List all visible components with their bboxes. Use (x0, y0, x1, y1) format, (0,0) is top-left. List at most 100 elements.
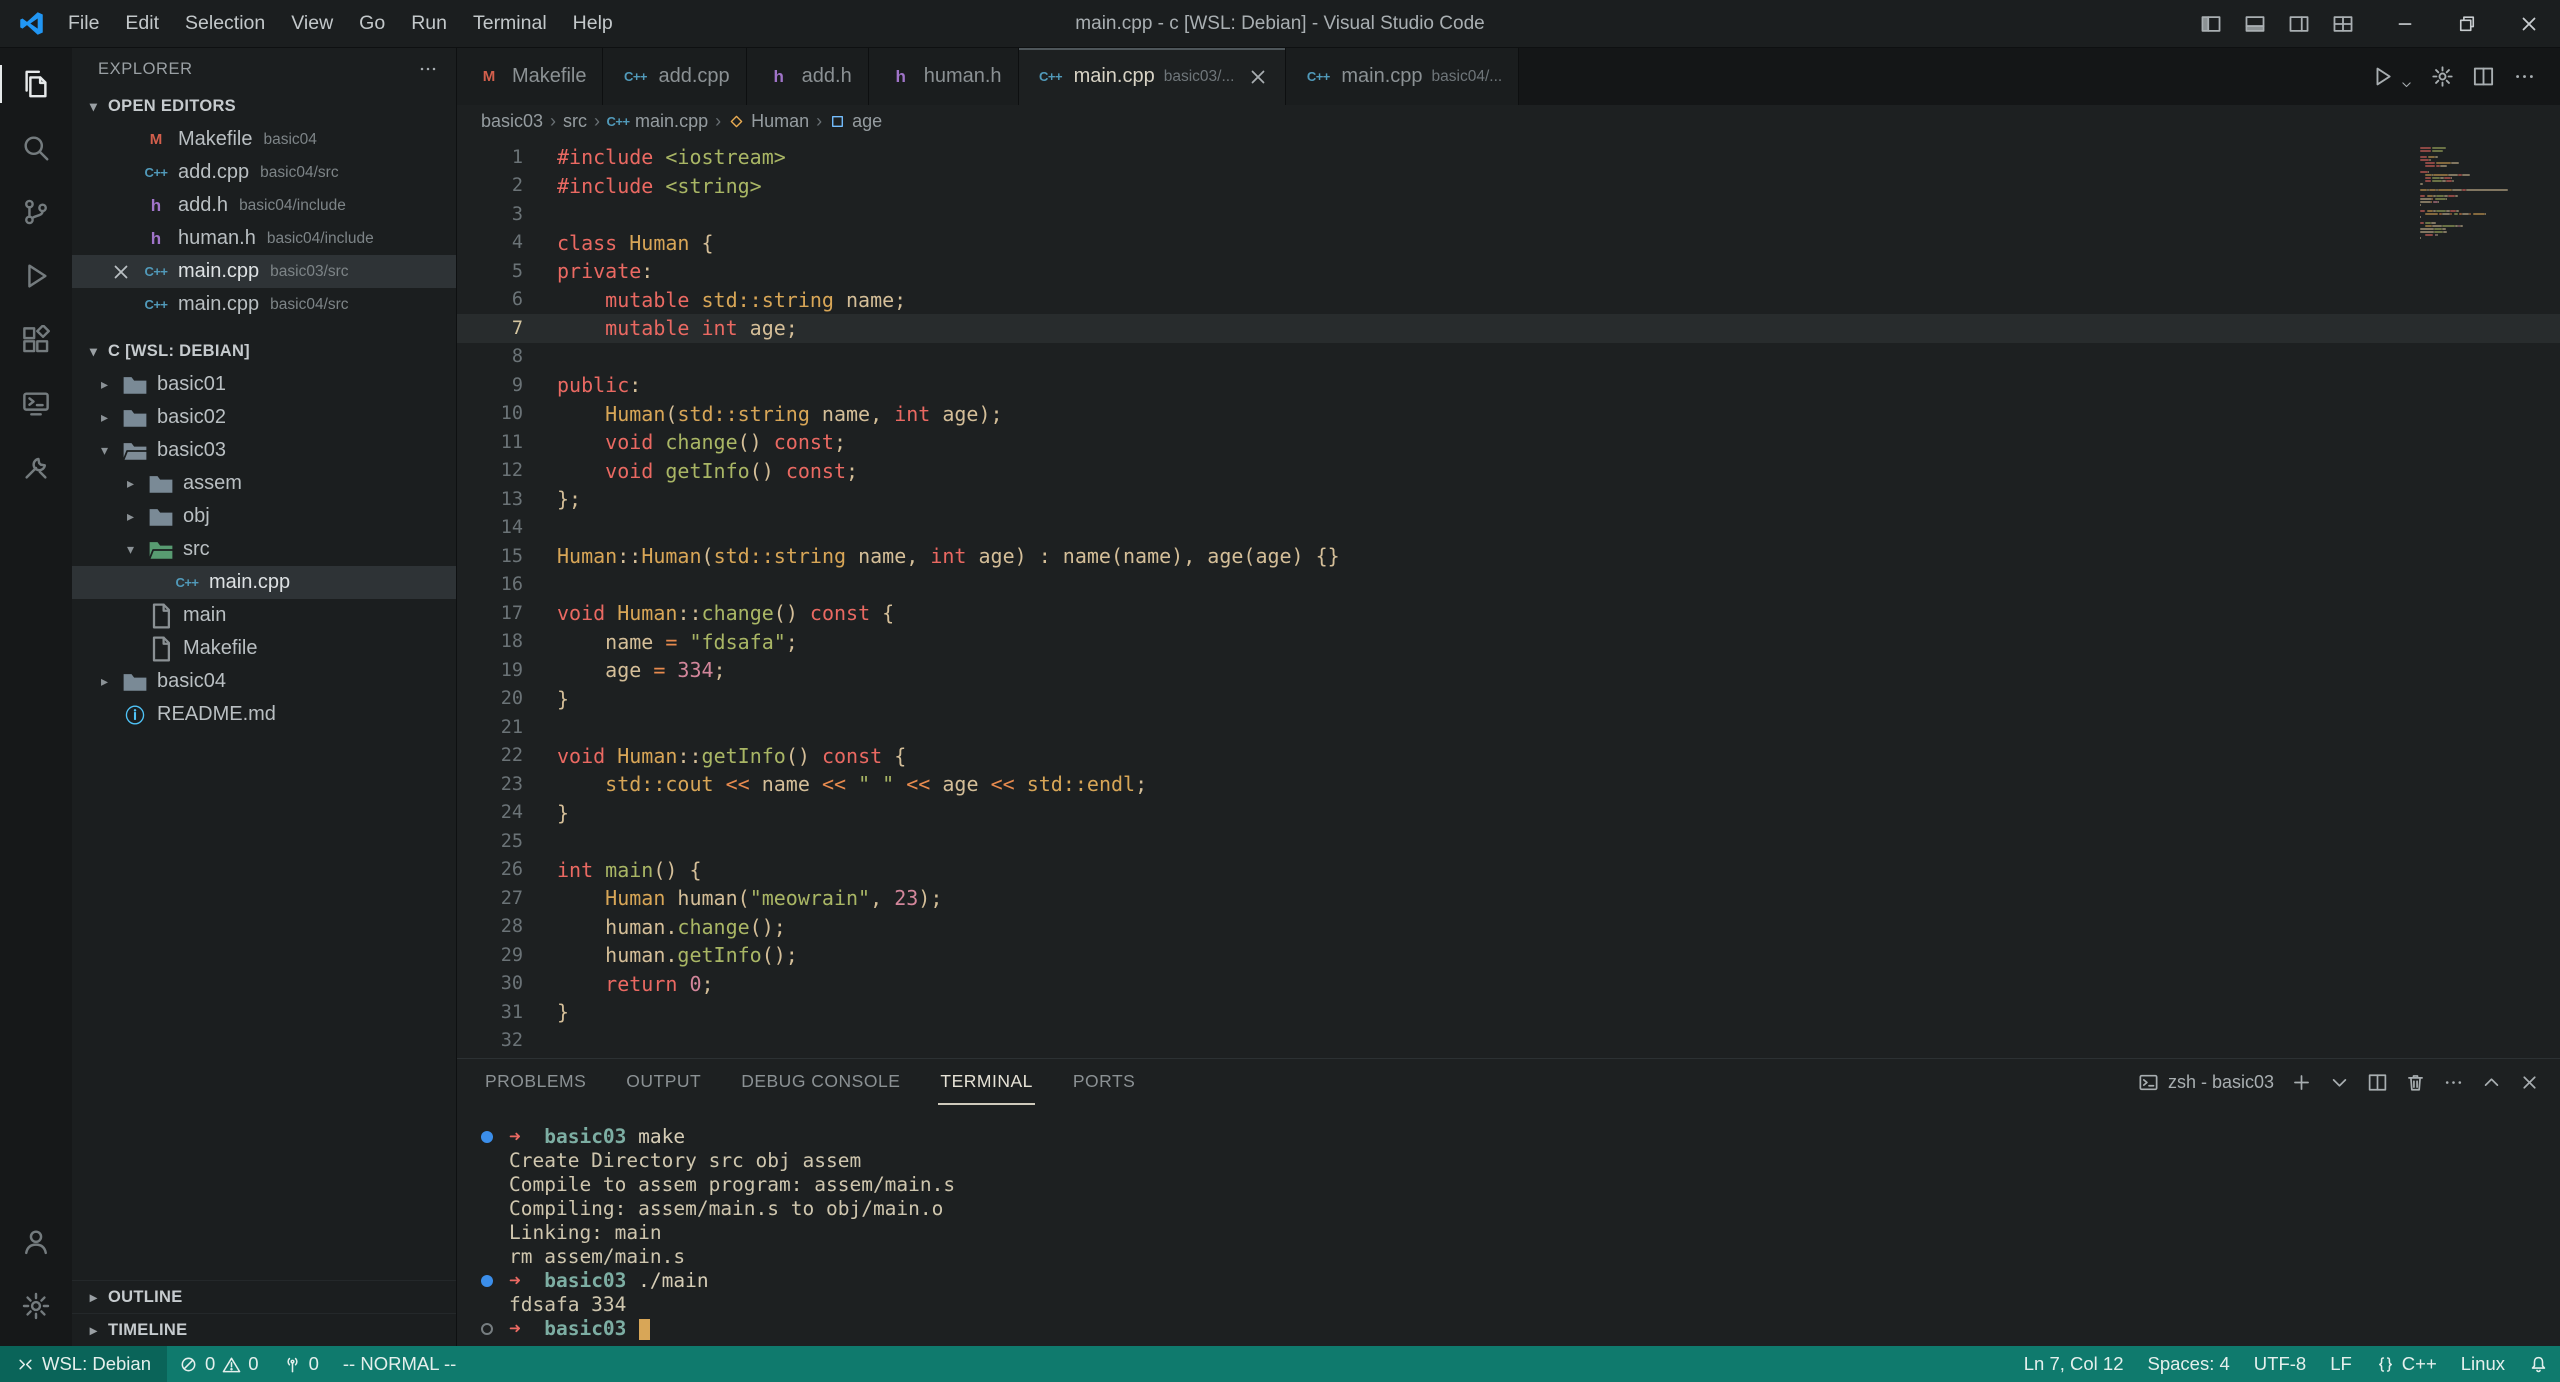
code-editor[interactable]: 1#include <iostream>2#include <string>34… (457, 138, 2560, 1058)
split-terminal[interactable] (2367, 1072, 2388, 1093)
line-number[interactable]: 18 (457, 631, 557, 652)
code-line-23[interactable]: 23 std::cout << name << " " << age << st… (457, 770, 2560, 799)
line-number[interactable]: 11 (457, 432, 557, 453)
split-editor-icon[interactable] (2472, 65, 2495, 88)
code-line-5[interactable]: 5private: (457, 257, 2560, 286)
line-number[interactable]: 15 (457, 546, 557, 567)
activity-bar-extensions[interactable] (0, 308, 72, 372)
close-icon[interactable] (1247, 66, 1269, 88)
menu-help[interactable]: Help (560, 0, 626, 47)
minimize-button[interactable] (2374, 0, 2436, 47)
terminal[interactable]: ➜ basic03 makeCreate Directory src obj a… (457, 1105, 2560, 1346)
activity-bar-makefile-tools[interactable] (0, 436, 72, 500)
line-number[interactable]: 25 (457, 831, 557, 852)
code-line-9[interactable]: 9public: (457, 371, 2560, 400)
menu-run[interactable]: Run (398, 0, 460, 47)
tab-Makefile[interactable]: MMakefile (457, 48, 603, 105)
code-line-22[interactable]: 22void Human::getInfo() const { (457, 742, 2560, 771)
tree-item-assem[interactable]: ▸assem (72, 467, 456, 500)
open-editor-add.cpp[interactable]: C++add.cppbasic04/src (72, 156, 456, 189)
outline-section-header[interactable]: ▸ OUTLINE (72, 1280, 456, 1313)
panel-tab-problems[interactable]: PROBLEMS (483, 1059, 588, 1105)
code-line-7[interactable]: 7 mutable int age; (457, 314, 2560, 343)
restore-button[interactable] (2436, 0, 2498, 47)
code-line-11[interactable]: 11 void change() const; (457, 428, 2560, 457)
activity-bar-run-and-debug[interactable] (0, 244, 72, 308)
breadcrumb-item-age[interactable]: age (829, 111, 882, 132)
line-number[interactable]: 19 (457, 660, 557, 681)
settings-gear-icon[interactable] (2431, 65, 2454, 88)
line-number[interactable]: 17 (457, 603, 557, 624)
close-window-button[interactable] (2498, 0, 2560, 47)
maximize-panel[interactable] (2481, 1072, 2502, 1093)
command-decoration-icon[interactable] (481, 1131, 493, 1143)
workspace-section-header[interactable]: ▾ C [WSL: DEBIAN] (72, 335, 456, 368)
code-line-27[interactable]: 27 Human human("meowrain", 23); (457, 884, 2560, 913)
activity-bar-remote-explorer[interactable] (0, 372, 72, 436)
close-panel[interactable] (2519, 1072, 2540, 1093)
line-number[interactable]: 12 (457, 460, 557, 481)
tab-add.cpp[interactable]: C++add.cpp (603, 48, 746, 105)
code-line-26[interactable]: 26int main() { (457, 856, 2560, 885)
line-number[interactable]: 6 (457, 289, 557, 310)
line-number[interactable]: 10 (457, 403, 557, 424)
line-number[interactable]: 30 (457, 973, 557, 994)
line-number[interactable]: 28 (457, 916, 557, 937)
panel-tab-debug-console[interactable]: DEBUG CONSOLE (739, 1059, 902, 1105)
tab-add.h[interactable]: hadd.h (747, 48, 869, 105)
tab-human.h[interactable]: hhuman.h (869, 48, 1019, 105)
tree-item-basic02[interactable]: ▸basic02 (72, 401, 456, 434)
sidebar-more-actions-icon[interactable] (418, 59, 438, 79)
line-number[interactable]: 21 (457, 717, 557, 738)
menu-file[interactable]: File (55, 0, 112, 47)
code-line-8[interactable]: 8 (457, 343, 2560, 372)
activity-bar-search[interactable] (0, 116, 72, 180)
line-number[interactable]: 24 (457, 802, 557, 823)
line-number[interactable]: 23 (457, 774, 557, 795)
run-icon[interactable] (2371, 65, 2394, 88)
line-number[interactable]: 1 (457, 147, 557, 168)
activity-bar-accounts[interactable] (0, 1210, 72, 1274)
line-number[interactable]: 22 (457, 745, 557, 766)
tree-item-main[interactable]: main (72, 599, 456, 632)
timeline-section-header[interactable]: ▸ TIMELINE (72, 1313, 456, 1346)
status-problems[interactable]: 00 (167, 1346, 271, 1382)
open-editors-section-header[interactable]: ▾ OPEN EDITORS (72, 90, 456, 123)
tree-item-basic04[interactable]: ▸basic04 (72, 665, 456, 698)
code-line-20[interactable]: 20} (457, 685, 2560, 714)
status-indentation[interactable]: Spaces: 4 (2136, 1346, 2242, 1382)
close-icon[interactable] (110, 261, 134, 283)
kill-terminal[interactable] (2405, 1072, 2426, 1093)
layout-sidebar-left-icon[interactable] (2200, 13, 2222, 35)
status-vim-mode[interactable]: -- NORMAL -- (331, 1346, 468, 1382)
code-line-15[interactable]: 15Human::Human(std::string name, int age… (457, 542, 2560, 571)
code-line-21[interactable]: 21 (457, 713, 2560, 742)
code-line-6[interactable]: 6 mutable std::string name; (457, 286, 2560, 315)
line-number[interactable]: 16 (457, 574, 557, 595)
command-decoration-icon[interactable] (481, 1323, 493, 1335)
code-line-3[interactable]: 3 (457, 200, 2560, 229)
line-number[interactable]: 5 (457, 261, 557, 282)
new-terminal[interactable] (2291, 1072, 2312, 1093)
line-number[interactable]: 27 (457, 888, 557, 909)
tree-item-basic03[interactable]: ▾basic03 (72, 434, 456, 467)
open-editor-add.h[interactable]: hadd.hbasic04/include (72, 189, 456, 222)
terminal-dropdown[interactable] (2329, 1072, 2350, 1093)
line-number[interactable]: 29 (457, 945, 557, 966)
ellipsis-icon[interactable] (2513, 65, 2536, 88)
tree-item-readme.md[interactable]: ⓘREADME.md (72, 698, 456, 731)
tree-item-basic01[interactable]: ▸basic01 (72, 368, 456, 401)
open-editor-Makefile[interactable]: MMakefilebasic04 (72, 123, 456, 156)
tab-main.cpp[interactable]: C++main.cppbasic03/... (1019, 48, 1287, 105)
status-cursor-position[interactable]: Ln 7, Col 12 (2012, 1346, 2136, 1382)
open-editor-main.cpp[interactable]: C++main.cppbasic04/src (72, 288, 456, 321)
code-line-16[interactable]: 16 (457, 571, 2560, 600)
panel-tab-ports[interactable]: PORTS (1071, 1059, 1137, 1105)
code-line-1[interactable]: 1#include <iostream> (457, 143, 2560, 172)
code-line-24[interactable]: 24} (457, 799, 2560, 828)
menu-terminal[interactable]: Terminal (460, 0, 560, 47)
more-terminal-actions[interactable] (2443, 1072, 2464, 1093)
layout-sidebar-right-icon[interactable] (2288, 13, 2310, 35)
code-line-4[interactable]: 4class Human { (457, 229, 2560, 258)
code-line-14[interactable]: 14 (457, 514, 2560, 543)
